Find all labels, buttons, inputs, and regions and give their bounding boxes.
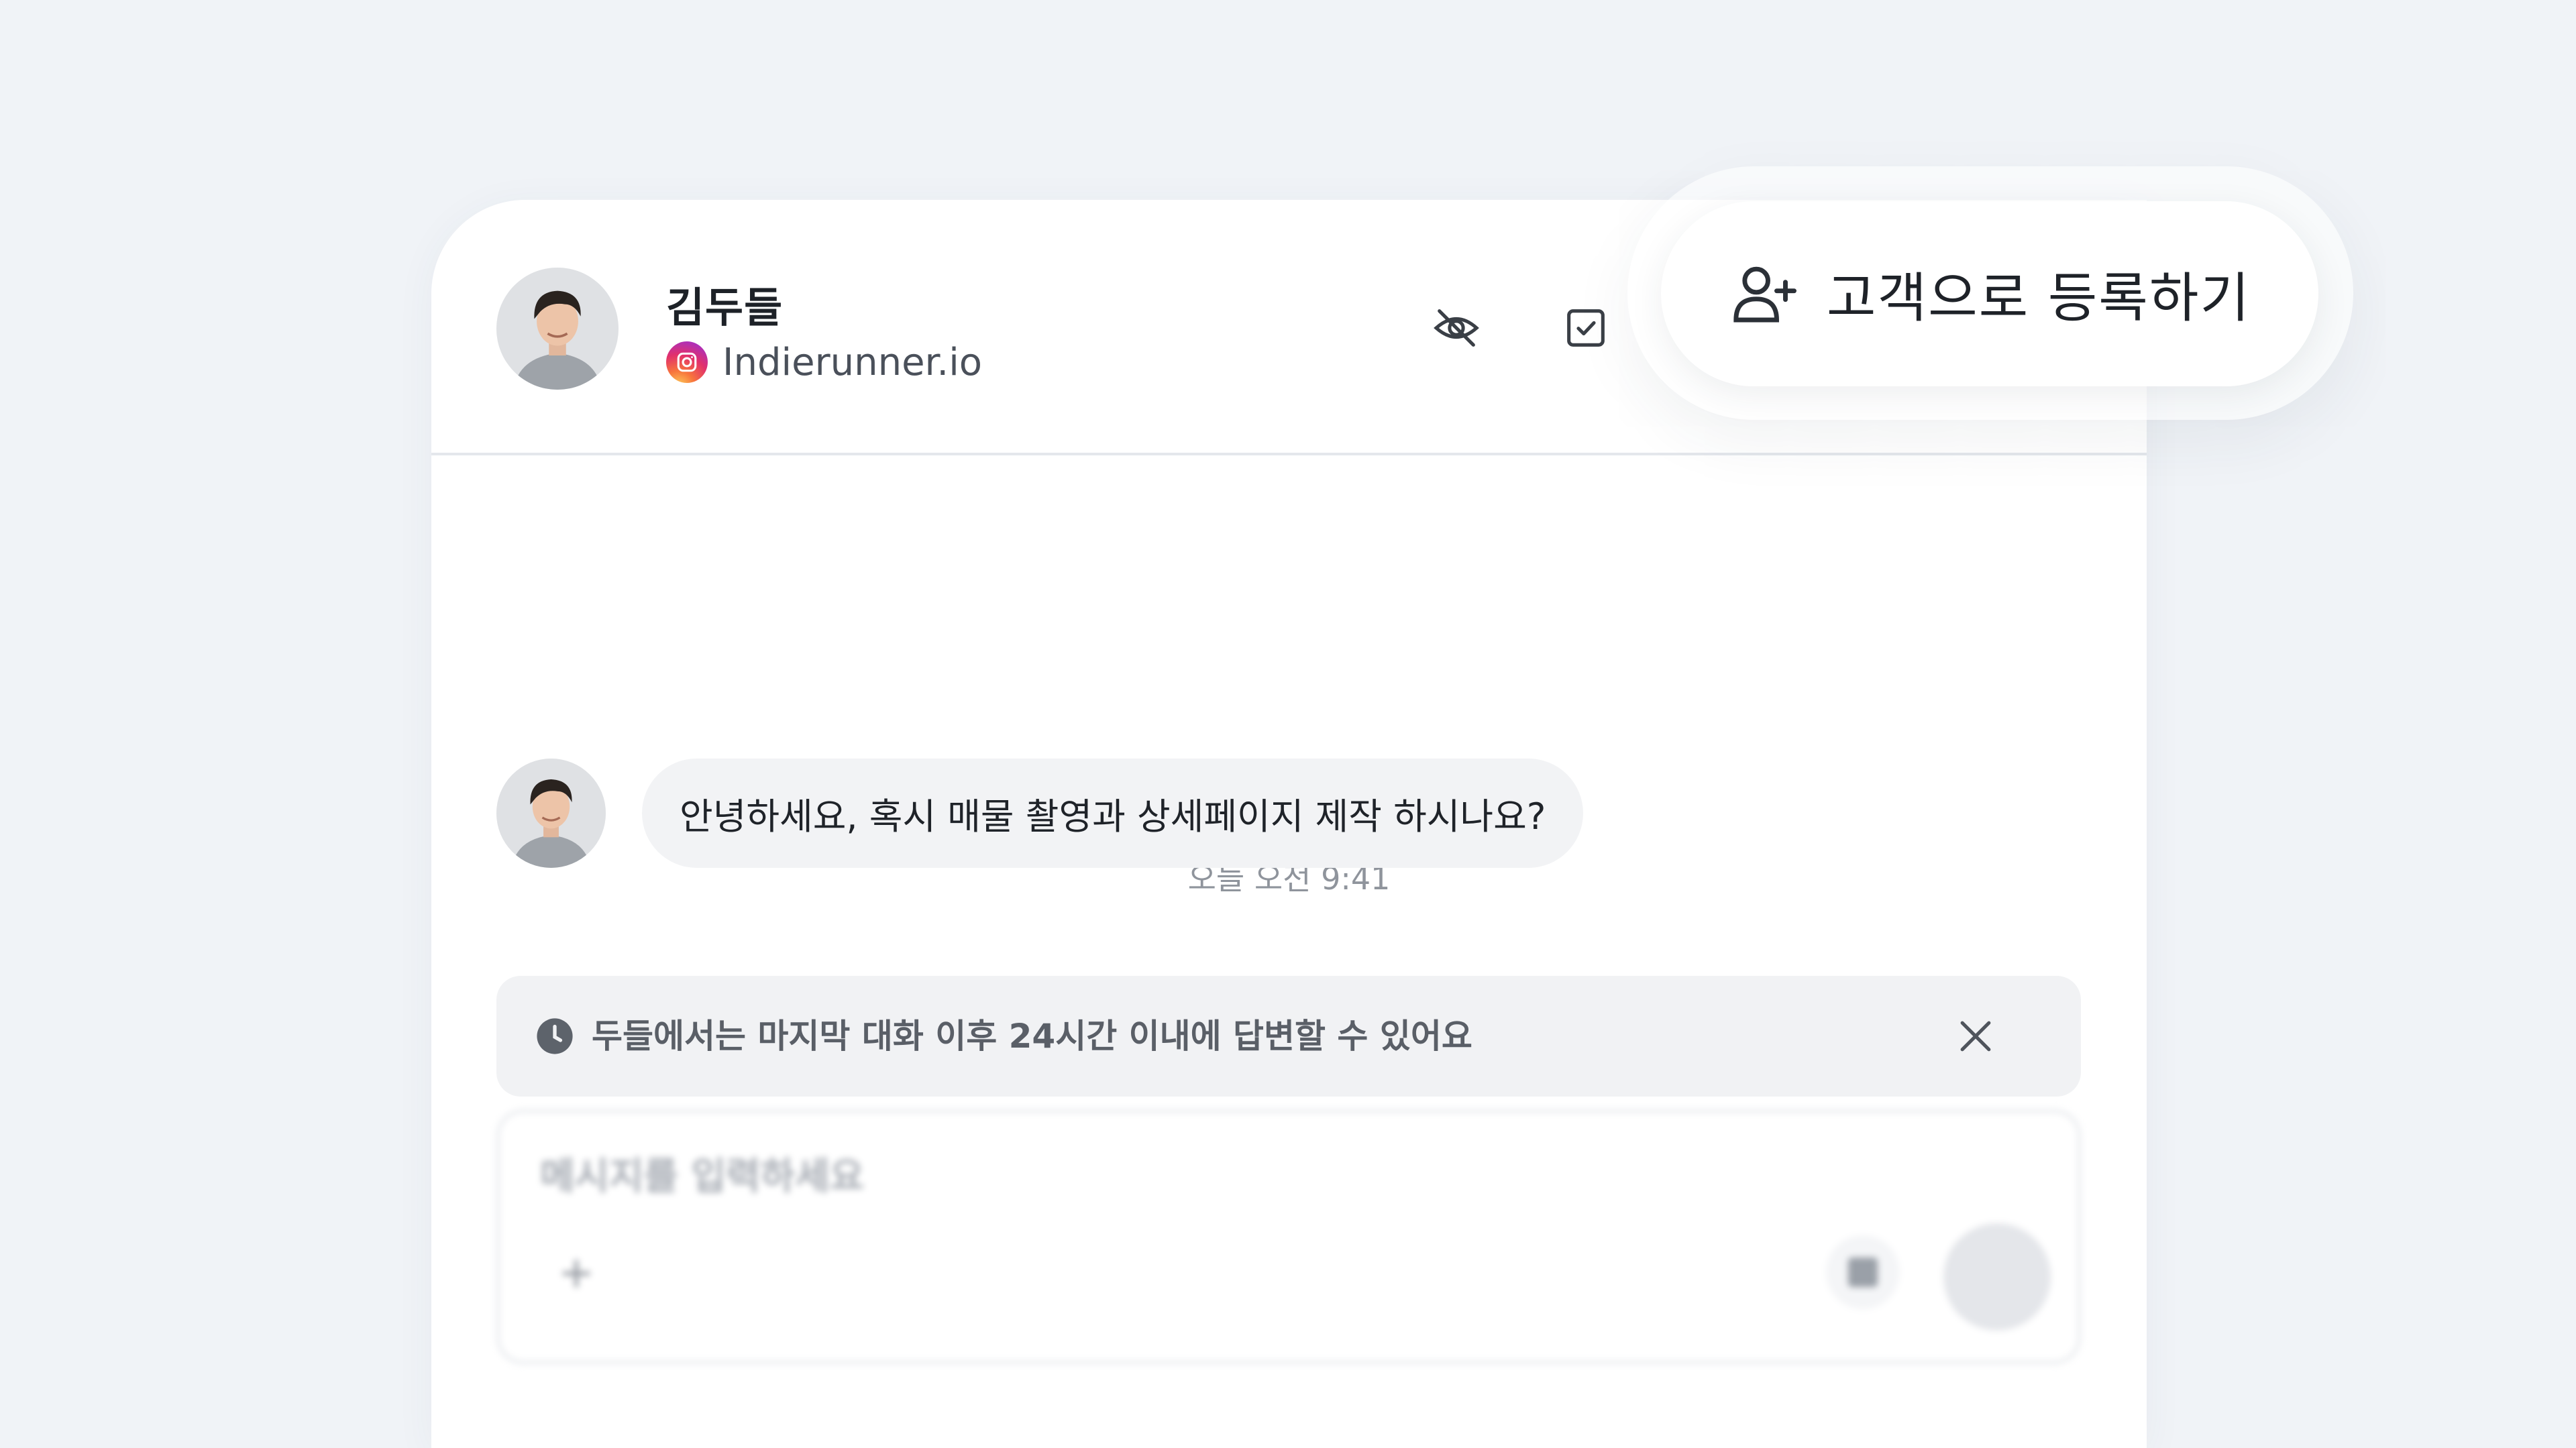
template-button[interactable] bbox=[1826, 1235, 1900, 1309]
clock-icon bbox=[537, 1018, 573, 1054]
avatar-photo bbox=[496, 759, 606, 868]
avatar[interactable] bbox=[496, 268, 619, 390]
source-label: Indierunner.io bbox=[722, 340, 983, 384]
register-customer-button[interactable]: 고객으로 등록하기 bbox=[1661, 201, 2318, 386]
close-icon[interactable] bbox=[1953, 1013, 1998, 1059]
eye-off-icon[interactable] bbox=[1431, 302, 1482, 353]
reply-window-notice: 두들에서는 마지막 대화 이후 24시간 이내에 답변할 수 있어요 bbox=[496, 976, 2081, 1097]
message-bubble: 안녕하세요, 혹시 매물 촬영과 상세페이지 제작 하시나요? bbox=[642, 759, 1584, 868]
avatar[interactable] bbox=[496, 759, 606, 868]
checkbox-icon[interactable] bbox=[1560, 302, 1611, 353]
register-button-label: 고객으로 등록하기 bbox=[1826, 267, 2251, 329]
notice-text: 두들에서는 마지막 대화 이후 24시간 이내에 답변할 수 있어요 bbox=[592, 1017, 1472, 1056]
square-icon bbox=[1848, 1258, 1878, 1287]
message-composer: + bbox=[496, 1109, 2081, 1364]
avatar-photo bbox=[496, 268, 619, 390]
plus-icon[interactable]: + bbox=[555, 1251, 598, 1294]
send-button[interactable] bbox=[1943, 1223, 2051, 1331]
customer-name: 김두들 bbox=[666, 283, 784, 332]
user-plus-icon bbox=[1733, 266, 1796, 323]
instagram-icon bbox=[666, 341, 708, 383]
customer-source: Indierunner.io bbox=[666, 339, 982, 386]
message-input[interactable] bbox=[540, 1143, 1815, 1210]
